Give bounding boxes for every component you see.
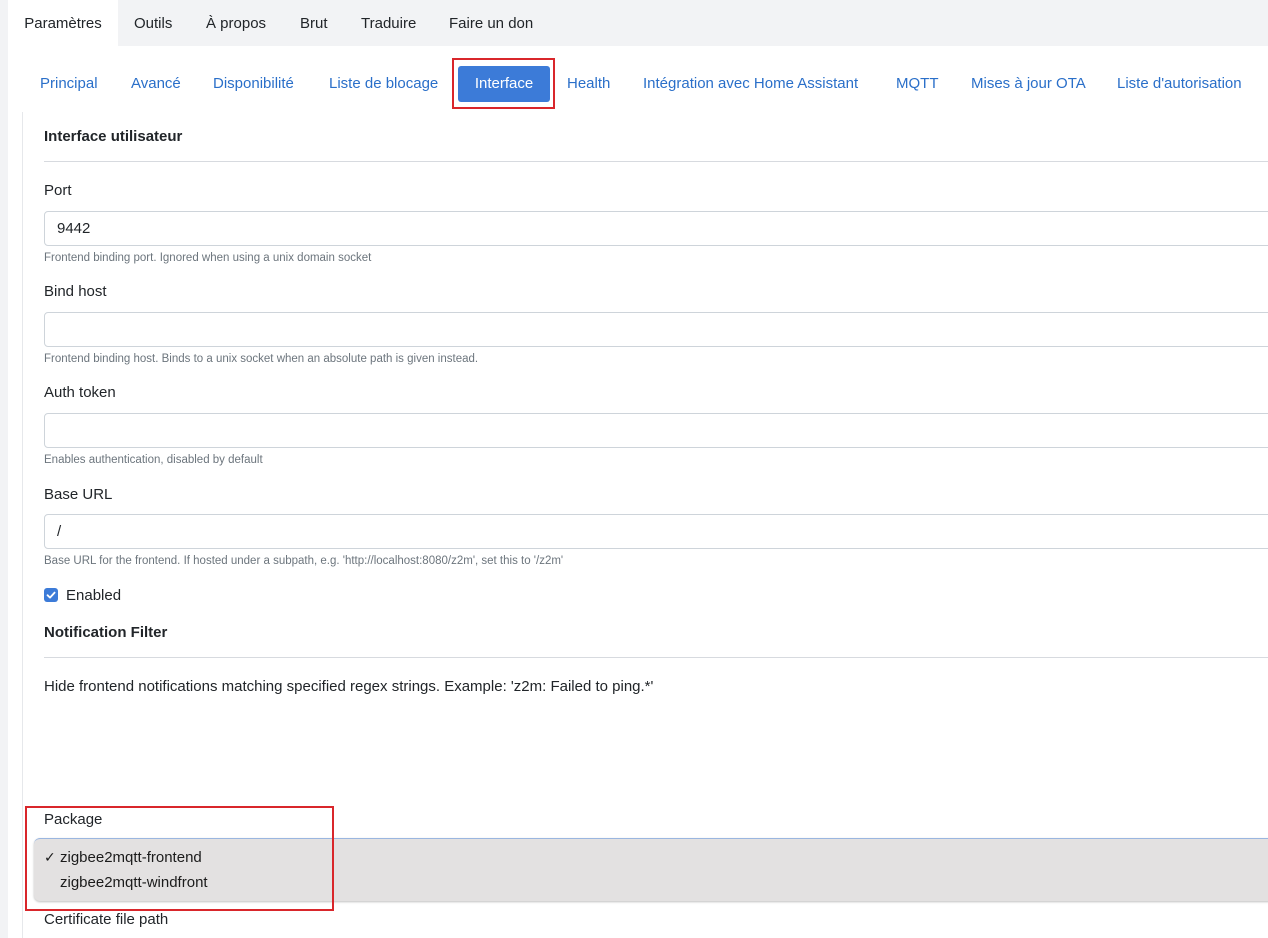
sub-tab-liste-d-autorisation[interactable]: Liste d'autorisation <box>1117 66 1242 102</box>
port-input[interactable] <box>44 211 1268 246</box>
sub-tab-mqtt[interactable]: MQTT <box>896 66 939 102</box>
sub-tab-health[interactable]: Health <box>567 66 610 102</box>
sub-tab-home-assistant[interactable]: Intégration avec Home Assistant <box>643 66 858 102</box>
top-tab-traduire[interactable]: Traduire <box>361 0 416 46</box>
base-url-help: Base URL for the frontend. If hosted und… <box>44 555 564 567</box>
bind-host-input[interactable] <box>44 312 1268 347</box>
sub-tab-avance[interactable]: Avancé <box>131 66 181 102</box>
interface-tab-highlight <box>452 58 555 109</box>
sub-tab-liste-de-blocage[interactable]: Liste de blocage <box>329 66 438 102</box>
port-help: Frontend binding port. Ignored when usin… <box>44 252 372 264</box>
top-tab-a-propos[interactable]: À propos <box>206 0 266 46</box>
enabled-label[interactable]: Enabled <box>66 587 121 604</box>
section-divider <box>44 161 1268 162</box>
auth-token-help: Enables authentication, disabled by defa… <box>44 454 263 466</box>
notification-filter-description: Hide frontend notifications matching spe… <box>44 678 654 695</box>
top-tab-outils[interactable]: Outils <box>134 0 172 46</box>
top-tab-bar: Paramètres Outils À propos Brut Traduire… <box>0 0 1268 46</box>
auth-token-input[interactable] <box>44 413 1268 448</box>
port-label: Port <box>44 182 72 199</box>
sub-tab-disponibilite[interactable]: Disponibilité <box>213 66 294 102</box>
package-highlight <box>25 806 334 911</box>
section-title-interface-utilisateur: Interface utilisateur <box>44 128 183 145</box>
certificate-file-path-label: Certificate file path <box>44 911 169 928</box>
top-tab-brut[interactable]: Brut <box>300 0 328 46</box>
top-tab-faire-un-don[interactable]: Faire un don <box>449 0 533 46</box>
enabled-checkbox[interactable] <box>44 588 58 602</box>
base-url-label: Base URL <box>44 486 113 503</box>
bind-host-label: Bind host <box>44 283 107 300</box>
base-url-input[interactable] <box>44 514 1268 549</box>
sub-tab-principal[interactable]: Principal <box>40 66 98 102</box>
bind-host-help: Frontend binding host. Binds to a unix s… <box>44 353 479 365</box>
notification-filter-divider <box>44 657 1268 658</box>
top-tab-parametres[interactable]: Paramètres <box>8 0 118 46</box>
sub-tab-mises-a-jour-ota[interactable]: Mises à jour OTA <box>971 66 1086 102</box>
auth-token-label: Auth token <box>44 384 116 401</box>
section-title-notification-filter: Notification Filter <box>44 624 168 641</box>
checkmark-icon <box>46 591 56 599</box>
